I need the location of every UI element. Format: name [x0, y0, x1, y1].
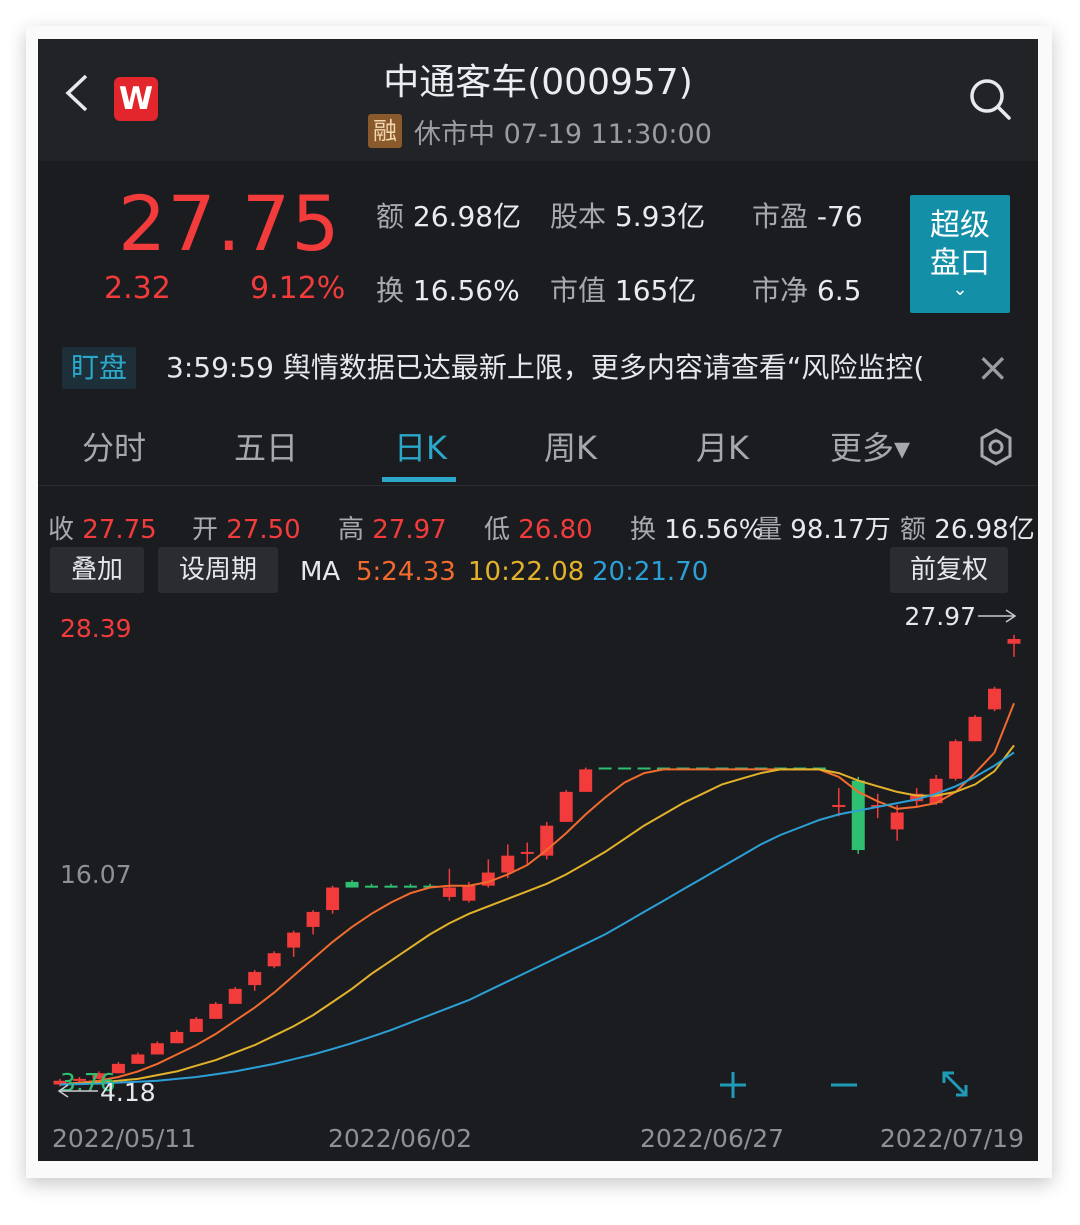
candle-body — [968, 716, 982, 742]
candle-body — [306, 911, 320, 927]
y-axis-top-label: 28.39 — [60, 614, 132, 643]
candle-body — [189, 1018, 203, 1032]
candle-body — [520, 851, 534, 854]
x-axis-label: 2022/07/19 — [880, 1124, 1024, 1153]
stat-pe: 市盈 -76 — [752, 200, 863, 233]
y-axis-mid-label: 16.07 — [60, 860, 132, 889]
candle-body — [637, 767, 651, 770]
tab-intraday[interactable]: 分时 — [82, 423, 146, 469]
candle-body — [131, 1054, 145, 1064]
stock-title: 中通客车(000957) — [383, 62, 693, 103]
ma20-value: 20:21.70 — [592, 557, 709, 587]
x-axis-label: 2022/06/02 — [328, 1124, 472, 1153]
price-change-pct: 9.12% — [250, 271, 346, 306]
ohlc-close: 收 27.75 — [48, 515, 157, 545]
candlestick-chart[interactable]: 28.3916.073.7627.974.182022/05/11 2022/06… — [38, 599, 1038, 1161]
candle-body — [1007, 639, 1021, 644]
ma20-line — [59, 751, 1015, 1086]
candle-body — [832, 805, 846, 808]
ohlc-amount: 额 26.98亿 — [900, 515, 1035, 545]
min-price-label: 4.18 — [100, 1078, 156, 1107]
market-status-line: 融 休市中 07-19 11:30:00 — [368, 111, 712, 151]
price-change: 2.32 — [104, 271, 171, 306]
market-status: 休市中 07-19 11:30:00 — [414, 118, 712, 150]
search-icon[interactable] — [968, 77, 1012, 121]
x-axis-label: 2022/05/11 — [52, 1124, 196, 1153]
candle-body — [403, 885, 417, 888]
ticker-text[interactable]: 3:59:59 舆情数据已达最新上限，更多内容请查看“风险监控( — [166, 343, 946, 393]
chevron-down-icon: ⌄ — [952, 279, 968, 300]
stat-pb: 市净 6.5 — [752, 274, 862, 307]
ohlc-turnover: 换 16.56% — [630, 515, 764, 545]
tab-divider — [38, 485, 1038, 486]
last-price: 27.75 — [118, 179, 341, 268]
stat-turnover: 换 16.56% — [376, 274, 520, 307]
candle-body — [150, 1043, 164, 1055]
margin-badge: 融 — [368, 114, 402, 148]
candle-body — [949, 741, 963, 779]
super-order-book-button[interactable]: 超级 盘口 ⌄ — [910, 195, 1010, 313]
ohlc-open: 开 27.50 — [192, 515, 301, 545]
tab-more[interactable]: 更多▾ — [830, 423, 910, 469]
watch-tag[interactable]: 盯盘 — [62, 347, 136, 389]
candle-body — [209, 1003, 223, 1019]
candle-body — [890, 812, 904, 830]
app-screen: W 中通客车(000957) 融 休市中 07-19 11:30:00 27.7… — [38, 39, 1038, 1161]
period-tabs: 分时 五日 日K 周K 月K 更多▾ — [38, 417, 1038, 487]
tab-five-day[interactable]: 五日 — [234, 423, 298, 469]
candle-body — [598, 767, 612, 770]
ohlc-volume: 量 98.17万 — [756, 515, 891, 545]
x-axis-label: 2022/06/27 — [640, 1124, 784, 1153]
adjust-button[interactable]: 前复权 — [890, 547, 1008, 593]
candle-body — [579, 769, 593, 792]
candle-body — [248, 971, 262, 986]
news-ticker[interactable]: 盯盘 3:59:59 舆情数据已达最新上限，更多内容请查看“风险监控( × — [38, 337, 1038, 407]
stat-market-cap: 市值 165亿 — [550, 274, 697, 307]
candle-body — [384, 885, 398, 888]
candle-body — [326, 887, 340, 911]
plus-icon[interactable] — [720, 1072, 746, 1098]
ohlc-low: 低 26.80 — [484, 515, 593, 545]
expand-icon[interactable] — [942, 1071, 968, 1097]
ma10-value: 10:22.08 — [468, 557, 585, 587]
candle-body — [559, 791, 573, 822]
candle-body — [228, 988, 242, 1004]
active-tab-indicator — [382, 477, 456, 482]
ohlc-high: 高 27.97 — [338, 515, 447, 545]
overlay-button[interactable]: 叠加 — [50, 547, 144, 593]
candle-body — [501, 855, 515, 873]
set-period-button[interactable]: 设周期 — [158, 547, 278, 593]
ma-label: MA — [300, 557, 341, 587]
ma10-line — [59, 744, 1015, 1086]
candle-body — [462, 885, 476, 901]
ma5-line — [59, 702, 1015, 1086]
top-bar: W 中通客车(000957) 融 休市中 07-19 11:30:00 — [38, 39, 1038, 161]
max-price-label: 27.97 — [904, 602, 976, 631]
settings-icon[interactable] — [976, 427, 1016, 467]
candle-body — [267, 953, 281, 967]
tab-weekly-k[interactable]: 周K — [544, 423, 597, 469]
tab-monthly-k[interactable]: 月K — [696, 423, 749, 469]
candle-body — [618, 767, 632, 770]
close-icon[interactable]: × — [976, 345, 1010, 391]
ma5-value: 5:24.33 — [356, 557, 456, 587]
stat-amount: 额 26.98亿 — [376, 200, 522, 233]
candle-body — [170, 1031, 184, 1044]
candle-body — [365, 885, 379, 888]
candle-body — [345, 881, 359, 888]
tab-daily-k[interactable]: 日K — [394, 423, 447, 469]
candle-body — [442, 887, 456, 897]
candle-body — [988, 688, 1002, 710]
candle-body — [287, 932, 301, 948]
stat-share-capital: 股本 5.93亿 — [550, 200, 706, 233]
